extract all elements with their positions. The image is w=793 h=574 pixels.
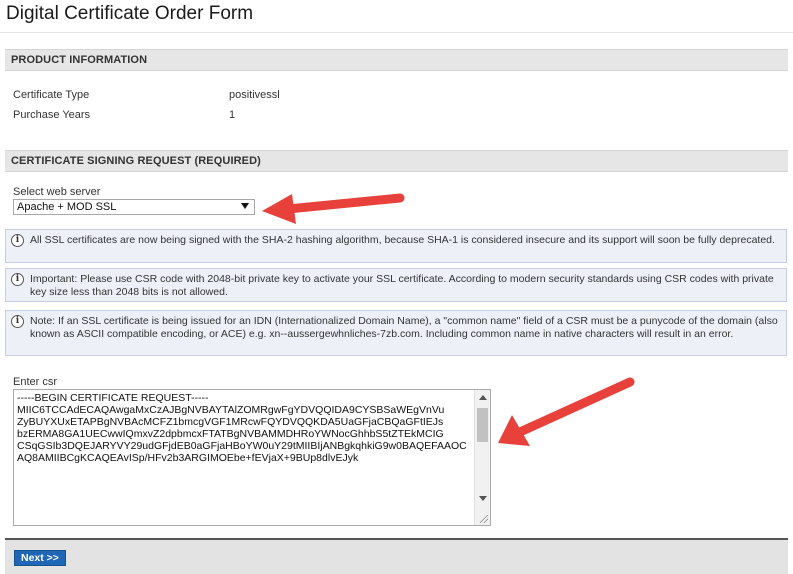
info-icon: i	[11, 234, 24, 247]
annotation-arrow-select	[262, 193, 405, 224]
info-icon: i	[11, 315, 24, 328]
info-icon: i	[11, 273, 24, 286]
sha2-note-text: All SSL certificates are now being signe…	[30, 234, 775, 246]
idn-info-note: i Note: If an SSL certificate is being i…	[5, 310, 787, 356]
scroll-down-arrow-icon[interactable]	[479, 496, 487, 501]
purchase-years-value: 1	[229, 109, 236, 121]
dropdown-arrow-icon	[241, 203, 249, 209]
certificate-type-label: Certificate Type	[13, 89, 90, 101]
web-server-select[interactable]: Apache + MOD SSL	[13, 199, 255, 215]
web-server-label: Select web server	[13, 186, 101, 198]
key-size-info-note: i Important: Please use CSR code with 20…	[5, 268, 787, 302]
csr-textarea[interactable]: -----BEGIN CERTIFICATE REQUEST----- MIIC…	[14, 390, 475, 525]
scroll-up-arrow-icon[interactable]	[479, 395, 487, 400]
resize-grip-icon[interactable]	[480, 515, 488, 523]
title-divider	[0, 32, 793, 33]
product-info-header: PRODUCT INFORMATION	[5, 49, 788, 71]
purchase-years-label: Purchase Years	[13, 109, 91, 121]
scroll-thumb[interactable]	[477, 408, 488, 442]
page-title: Digital Certificate Order Form	[6, 3, 254, 24]
web-server-selected-value: Apache + MOD SSL	[17, 201, 117, 213]
csr-section-header: CERTIFICATE SIGNING REQUEST (REQUIRED)	[5, 150, 788, 172]
csr-textarea-container: -----BEGIN CERTIFICATE REQUEST----- MIIC…	[13, 389, 491, 526]
csr-scrollbar[interactable]	[474, 390, 490, 525]
next-button[interactable]: Next >>	[14, 550, 66, 566]
sha2-info-note: i All SSL certificates are now being sig…	[5, 229, 787, 263]
certificate-type-value: positivessl	[229, 89, 280, 101]
idn-note-text: Note: If an SSL certificate is being iss…	[30, 315, 778, 340]
form-footer: Next >>	[5, 538, 788, 574]
annotation-arrow-csr	[498, 377, 635, 446]
key-size-note-text: Important: Please use CSR code with 2048…	[30, 273, 774, 298]
csr-label: Enter csr	[13, 376, 58, 388]
